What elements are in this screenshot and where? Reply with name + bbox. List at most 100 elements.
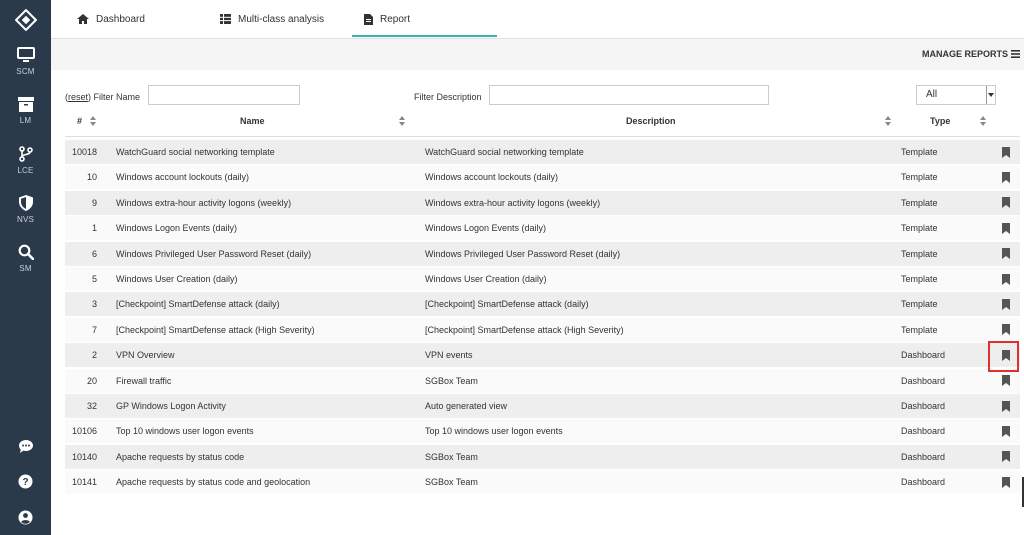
tab-bar: Dashboard Multi-class analysis Report <box>51 0 1024 39</box>
column-header-num[interactable]: # <box>77 116 82 126</box>
filter-description-input[interactable] <box>489 85 769 105</box>
row-type: Template <box>901 299 938 310</box>
row-description: [Checkpoint] SmartDefense attack (daily) <box>425 299 589 310</box>
bookmark-icon[interactable] <box>1000 222 1012 234</box>
sidebar-item-label: LCE <box>17 166 34 175</box>
bookmark-icon[interactable] <box>1000 324 1012 336</box>
table-row[interactable]: 10 Windows account lockouts (daily) Window… <box>65 165 1020 191</box>
table-row[interactable]: 1 Windows Logon Events (daily) Windows Log… <box>65 216 1020 242</box>
bookmark-icon[interactable] <box>1000 476 1012 488</box>
bookmark-icon[interactable] <box>1000 171 1012 183</box>
row-number: 10 <box>86 172 97 183</box>
manage-reports-label: MANAGE REPORTS <box>921 49 1008 59</box>
row-description: Windows Privileged User Password Reset (… <box>425 248 621 259</box>
logo-icon[interactable] <box>0 0 51 40</box>
bookmark-icon[interactable] <box>1000 248 1012 260</box>
table-row[interactable]: 5 Windows User Creation (daily) Windows Us… <box>65 267 1020 292</box>
row-name: Windows Logon Events (daily) <box>116 223 238 234</box>
shield-icon <box>18 195 33 211</box>
row-number: 5 <box>91 274 97 284</box>
table-row[interactable]: 10140 Apache requests by status code SGBox… <box>65 444 1020 470</box>
row-number: 6 <box>91 248 97 259</box>
sidebar-item-nvs[interactable]: NVS <box>0 195 51 241</box>
menu-icon <box>1011 50 1020 58</box>
row-type: Dashboard <box>901 401 946 411</box>
home-icon <box>77 14 89 24</box>
filter-description-label: Filter Description <box>414 92 482 102</box>
table-row[interactable]: 10018 WatchGuard social networking templa… <box>65 140 1020 165</box>
sort-icon[interactable] <box>398 115 406 127</box>
row-name: Apache requests by status code <box>116 451 245 462</box>
row-description: Windows User Creation (daily) <box>425 274 547 284</box>
bookmark-icon[interactable] <box>1000 425 1012 437</box>
branch-icon <box>18 146 33 162</box>
row-description: WatchGuard social networking template <box>425 147 584 157</box>
row-type: Dashboard <box>901 477 946 488</box>
sidebar-item-lce[interactable]: LCE <box>0 146 51 192</box>
sort-icon[interactable] <box>884 115 892 127</box>
row-type: Dashboard <box>901 451 946 462</box>
table-row[interactable]: 9 Windows extra-hour activity logons (wee… <box>65 190 1020 216</box>
sort-icon[interactable] <box>89 115 97 127</box>
table-row[interactable]: 7 [Checkpoint] SmartDefense attack (High … <box>65 317 1020 343</box>
bookmark-icon[interactable] <box>1000 273 1012 285</box>
row-type: Dashboard <box>901 375 946 386</box>
bookmark-icon[interactable] <box>1000 451 1012 463</box>
row-type: Template <box>901 147 938 157</box>
tab-label: Multi-class analysis <box>238 13 325 25</box>
filter-name-input[interactable] <box>148 85 300 105</box>
row-name: VPN Overview <box>116 350 175 361</box>
table-row[interactable]: 20 Firewall traffic SGBox Team Dashboard <box>65 368 1020 394</box>
filter-name-text: Filter Name <box>93 92 141 102</box>
column-header-name[interactable]: Name <box>240 116 265 126</box>
row-type: Template <box>901 248 938 259</box>
column-header-type[interactable]: Type <box>930 116 950 126</box>
bookmark-icon[interactable] <box>1000 349 1012 361</box>
row-number: 20 <box>86 375 97 386</box>
row-number: 10106 <box>71 426 97 437</box>
sort-icon[interactable] <box>979 115 987 127</box>
sidebar-item-label: LM <box>19 116 32 125</box>
sidebar-item-scm[interactable]: SCM <box>0 47 51 93</box>
table-row[interactable]: 3 [Checkpoint] SmartDefense attack (daily… <box>65 292 1020 318</box>
tab-multi-class-analysis[interactable]: Multi-class analysis <box>220 0 324 38</box>
help-icon[interactable]: ? <box>0 469 51 493</box>
bookmark-icon[interactable] <box>1000 298 1012 310</box>
chat-icon[interactable] <box>0 434 51 458</box>
monitor-icon <box>16 47 35 62</box>
row-name: Top 10 windows user logon events <box>116 426 254 437</box>
sidebar-item-sm[interactable]: SM <box>0 244 51 290</box>
table-row[interactable]: 10141 Apache requests by status code and … <box>65 470 1020 496</box>
chevron-down-icon <box>986 86 995 104</box>
manage-reports-button[interactable]: MANAGE REPORTS <box>922 49 1020 59</box>
table-row[interactable]: 10106 Top 10 windows user logon events Top… <box>65 419 1020 445</box>
type-filter-select[interactable]: All <box>916 85 996 105</box>
row-name: [Checkpoint] SmartDefense attack (daily) <box>116 299 280 310</box>
active-tab-indicator <box>352 35 497 37</box>
row-description: [Checkpoint] SmartDefense attack (High S… <box>425 324 624 335</box>
bookmark-icon[interactable] <box>1000 146 1012 158</box>
row-description: Windows account lockouts (daily) <box>425 172 559 183</box>
table-row[interactable]: 6 Windows Privileged User Password Reset … <box>65 241 1020 267</box>
row-type: Dashboard <box>901 426 946 437</box>
column-header-description[interactable]: Description <box>626 116 676 126</box>
tab-report[interactable]: Report <box>364 0 410 38</box>
sidebar-item-lm[interactable]: LM <box>0 97 51 143</box>
row-name: GP Windows Logon Activity <box>116 401 226 411</box>
sidebar-item-label: SM <box>19 264 32 273</box>
tab-dashboard[interactable]: Dashboard <box>77 0 145 38</box>
row-type: Template <box>901 324 938 335</box>
bookmark-icon[interactable] <box>1000 375 1012 387</box>
row-description: SGBox Team <box>425 451 478 462</box>
user-icon[interactable] <box>0 505 51 529</box>
row-description: Top 10 windows user logon events <box>425 426 563 437</box>
row-number: 32 <box>86 401 97 411</box>
bookmark-icon[interactable] <box>1000 197 1012 209</box>
row-number: 3 <box>91 299 97 310</box>
reset-link[interactable]: reset <box>68 92 88 102</box>
table-row[interactable]: 2 VPN Overview VPN events Dashboard <box>65 343 1020 369</box>
row-number: 2 <box>91 350 97 361</box>
bookmark-icon[interactable] <box>1000 400 1012 412</box>
table-row[interactable]: 32 GP Windows Logon Activity Auto generate… <box>65 394 1020 419</box>
row-name: Windows extra-hour activity logons (week… <box>116 197 292 208</box>
